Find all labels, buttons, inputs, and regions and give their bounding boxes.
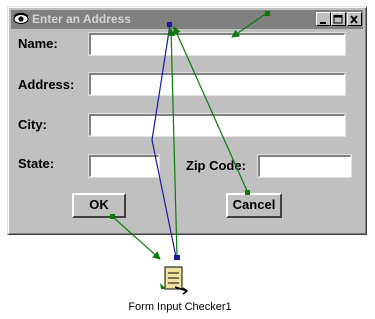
wire-handle-cancel[interactable] — [245, 190, 250, 195]
wire-cancel-to-titlebar[interactable] — [173, 26, 249, 194]
wire-handle-component[interactable] — [174, 255, 180, 260]
wire-component-to-titlebar[interactable] — [167, 28, 178, 258]
design-canvas: Enter an Address Name: Address: City: St… — [0, 0, 375, 319]
form-checker-icon — [160, 266, 189, 295]
component-label: Form Input Checker1 — [128, 301, 232, 313]
wire-corner-to-name-field[interactable] — [231, 12, 268, 38]
wire-handle-corner[interactable] — [265, 11, 270, 16]
wire-handle-title[interactable] — [167, 22, 172, 27]
form-input-checker[interactable] — [157, 265, 193, 295]
wire-ok-to-component[interactable] — [112, 216, 161, 260]
wire-handle-ok[interactable] — [110, 214, 115, 219]
